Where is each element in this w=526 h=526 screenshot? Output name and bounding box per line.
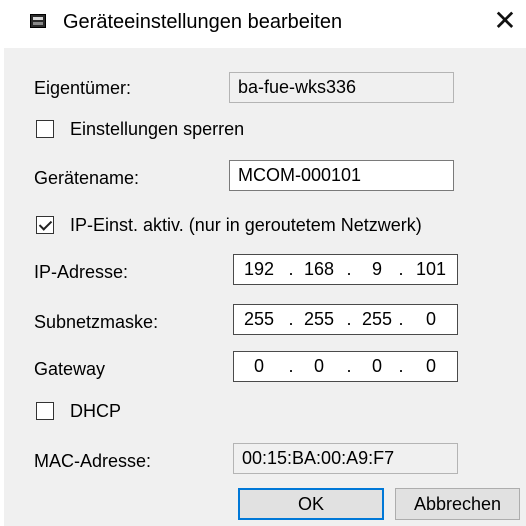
- ip-active-label[interactable]: IP-Einst. aktiv. (nur in geroutetem Netz…: [70, 214, 422, 236]
- subnet-mask-input[interactable]: 255 . 255 . 255 . 0: [233, 304, 458, 335]
- window-title: Geräteeinstellungen bearbeiten: [63, 11, 343, 33]
- device-name-label: Gerätename:: [34, 168, 140, 188]
- subnet-octet-3[interactable]: 255: [356, 305, 398, 334]
- subnet-octet-4[interactable]: 0: [410, 305, 452, 334]
- ip-octet-3[interactable]: 9: [356, 255, 398, 284]
- ip-octet-1[interactable]: 192: [238, 255, 280, 284]
- ip-address-label: IP-Adresse:: [34, 262, 129, 282]
- cancel-button[interactable]: Abbrechen: [395, 488, 520, 520]
- ip-separator: .: [346, 309, 352, 329]
- ip-octet-2[interactable]: 168: [298, 255, 340, 284]
- owner-field: ba-fue-wks336: [229, 72, 454, 103]
- ip-separator: .: [346, 356, 352, 376]
- mac-address-field: 00:15:BA:00:A9:F7: [233, 443, 458, 474]
- gateway-input[interactable]: 0 . 0 . 0 . 0: [233, 351, 458, 382]
- mac-address-label: MAC-Adresse:: [34, 451, 152, 471]
- gateway-octet-3[interactable]: 0: [356, 352, 398, 381]
- ip-separator: .: [398, 356, 404, 376]
- subnet-mask-label: Subnetzmaske:: [34, 312, 159, 332]
- lock-settings-checkbox[interactable]: [36, 120, 54, 138]
- app-icon: [30, 14, 46, 28]
- ip-separator: .: [398, 309, 404, 329]
- title-bar: Geräteeinstellungen bearbeiten ✕: [0, 0, 526, 48]
- subnet-octet-2[interactable]: 255: [298, 305, 340, 334]
- ip-separator: .: [346, 259, 352, 279]
- gateway-octet-4[interactable]: 0: [410, 352, 452, 381]
- gateway-octet-1[interactable]: 0: [238, 352, 280, 381]
- ip-address-input[interactable]: 192 . 168 . 9 . 101: [233, 254, 458, 285]
- ip-separator: .: [288, 309, 294, 329]
- ip-separator: .: [398, 259, 404, 279]
- subnet-octet-1[interactable]: 255: [238, 305, 280, 334]
- close-icon[interactable]: ✕: [490, 6, 520, 36]
- ip-separator: .: [288, 356, 294, 376]
- dialog-body: Eigentümer: ba-fue-wks336 Einstellungen …: [4, 48, 526, 526]
- gateway-octet-2[interactable]: 0: [298, 352, 340, 381]
- ip-separator: .: [288, 259, 294, 279]
- ok-button[interactable]: OK: [238, 488, 384, 520]
- dhcp-checkbox[interactable]: [36, 402, 54, 420]
- owner-label: Eigentümer:: [34, 78, 132, 98]
- lock-settings-label[interactable]: Einstellungen sperren: [70, 118, 244, 140]
- ip-active-checkbox[interactable]: [36, 216, 54, 234]
- dhcp-label[interactable]: DHCP: [70, 400, 121, 422]
- device-name-input[interactable]: MCOM-000101: [229, 160, 454, 191]
- ip-octet-4[interactable]: 101: [410, 255, 452, 284]
- gateway-label: Gateway: [34, 359, 106, 379]
